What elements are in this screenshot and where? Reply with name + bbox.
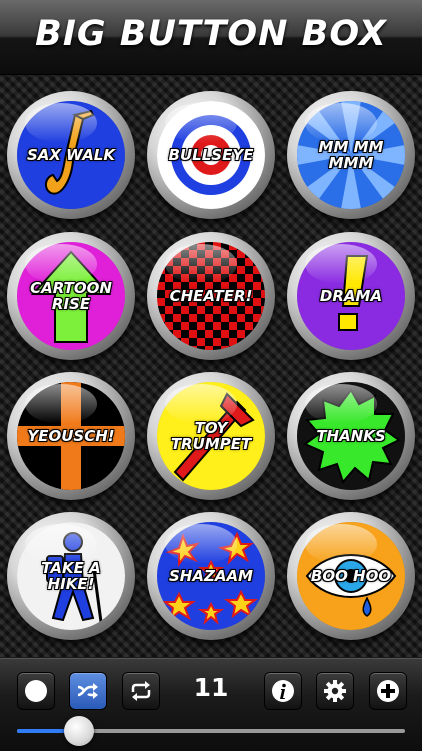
cartoon-rise-button[interactable]: CARTOON RISE [7, 232, 135, 360]
app: BIG BUTTON BOX SAX WALK BULLSEYE MM MM M… [0, 0, 422, 751]
yeousch-button[interactable]: YEOUSCH! [7, 372, 135, 500]
info-button[interactable] [264, 672, 302, 710]
button-label: MM MM MMM [318, 138, 384, 172]
take-a-hike-face: TAKE A HIKE! [17, 522, 125, 630]
record-icon [25, 680, 47, 702]
button-label: THANKS [316, 427, 386, 445]
toy-trumpet-face: TOY TRUMPET [157, 382, 265, 490]
button-label: TAKE A HIKE! [41, 559, 101, 593]
boo-hoo-face: BOO HOO [297, 522, 405, 630]
shazaam-face: SHAZAAM [157, 522, 265, 630]
add-button[interactable] [369, 672, 407, 710]
mm-mm-mmm-face: MM MM MMM [297, 101, 405, 209]
bullseye-face: BULLSEYE [157, 101, 265, 209]
bullseye-button[interactable]: BULLSEYE [147, 91, 275, 219]
cheater-button[interactable]: CHEATER! [147, 232, 275, 360]
plus-icon [377, 680, 399, 702]
repeat-button[interactable] [122, 672, 160, 710]
record-button[interactable] [17, 672, 55, 710]
take-a-hike-button[interactable]: TAKE A HIKE! [7, 512, 135, 640]
button-label: SAX WALK [26, 146, 115, 164]
button-label: BULLSEYE [168, 146, 254, 164]
button-label: YEOUSCH! [27, 427, 115, 445]
sax-walk-face: SAX WALK [17, 101, 125, 209]
drama-button[interactable]: DRAMA [287, 232, 415, 360]
button-label: CHEATER! [169, 287, 253, 305]
yeousch-face: YEOUSCH! [17, 382, 125, 490]
button-label: CARTOON RISE [30, 279, 112, 313]
shuffle-button[interactable] [69, 672, 107, 710]
gear-icon [324, 680, 346, 702]
app-title: BIG BUTTON BOX [35, 14, 387, 54]
thanks-face: THANKS [297, 382, 405, 490]
button-label: TOY TRUMPET [170, 419, 252, 453]
button-label: BOO HOO [310, 567, 392, 585]
drama-face: DRAMA [297, 242, 405, 350]
header-bar: BIG BUTTON BOX [0, 0, 422, 75]
settings-button[interactable] [316, 672, 354, 710]
info-icon [272, 680, 294, 702]
repeat-icon [131, 681, 151, 701]
shuffle-icon [77, 683, 98, 699]
button-label: DRAMA [319, 287, 383, 305]
thanks-button[interactable]: THANKS [287, 372, 415, 500]
boo-hoo-button[interactable]: BOO HOO [287, 512, 415, 640]
bottom-toolbar: 11 [0, 658, 422, 751]
sax-walk-button[interactable]: SAX WALK [7, 91, 135, 219]
button-label: SHAZAAM [169, 567, 253, 585]
volume-slider-thumb[interactable] [64, 716, 95, 746]
cheater-face: CHEATER! [157, 242, 265, 350]
toy-trumpet-button[interactable]: TOY TRUMPET [147, 372, 275, 500]
mm-mm-mmm-button[interactable]: MM MM MMM [287, 91, 415, 219]
shazaam-button[interactable]: SHAZAAM [147, 512, 275, 640]
sound-count: 11 [193, 673, 229, 702]
cartoon-rise-face: CARTOON RISE [17, 242, 125, 350]
